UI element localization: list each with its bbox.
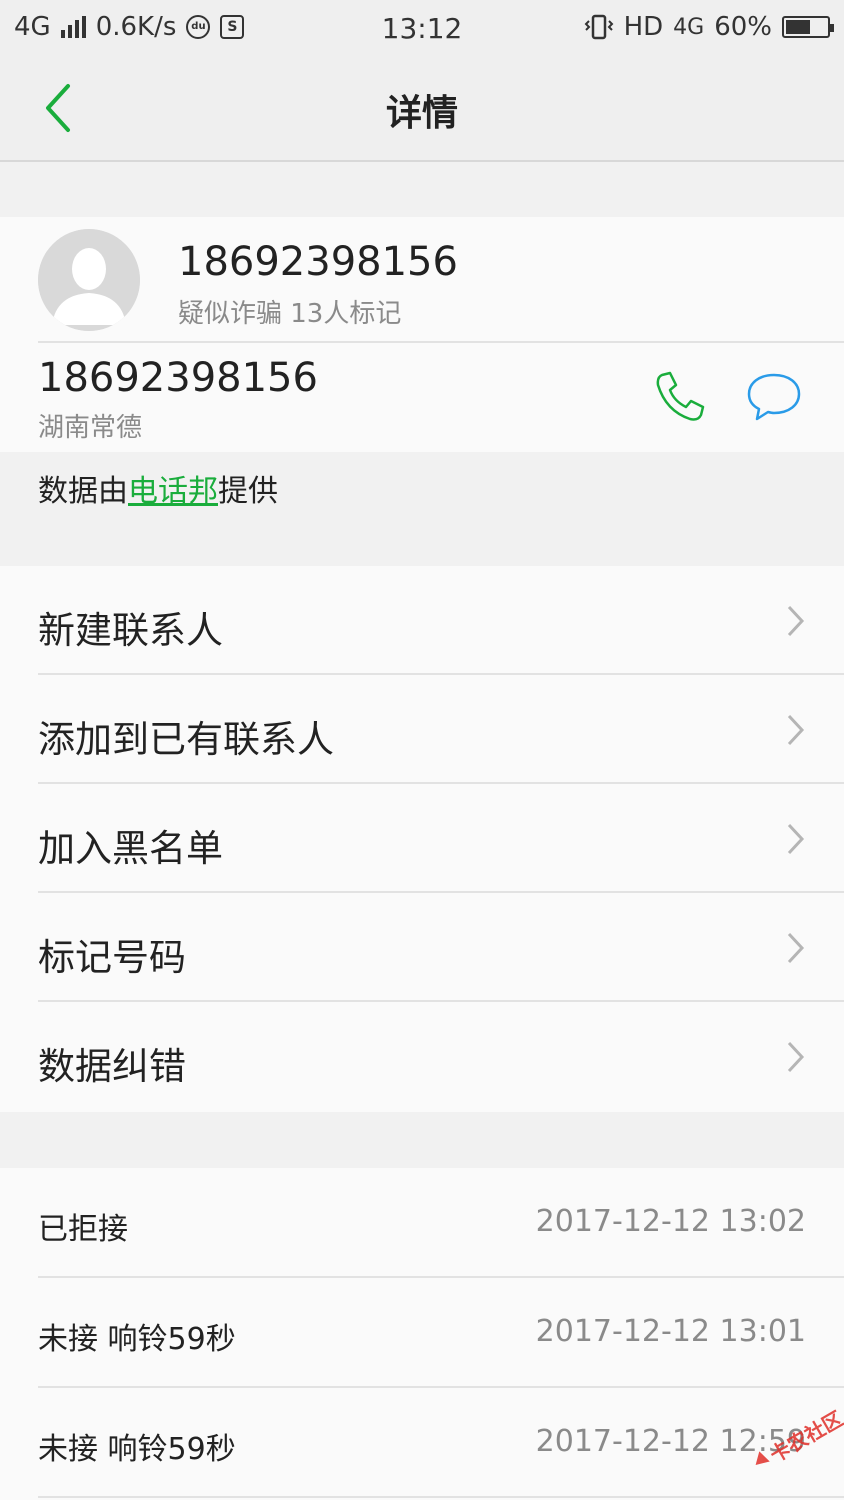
chevron-right-icon — [787, 932, 805, 964]
phone-number[interactable]: 18692398156 — [38, 355, 318, 401]
phone-region: 湖南常德 — [38, 413, 143, 443]
menu-item-label: 数据纠错 — [38, 1045, 186, 1088]
chevron-right-icon — [787, 823, 805, 855]
menu-item-label: 标记号码 — [38, 936, 186, 979]
page-title: 详情 — [385, 93, 458, 134]
menu-item-add-to-existing[interactable]: 添加到已有联系人 — [0, 675, 844, 784]
list-item: 未接 响铃59秒 2017-12-12 13:01 — [0, 1278, 844, 1388]
divider — [38, 1496, 844, 1498]
network-type-right: 4G — [673, 14, 705, 40]
chevron-right-icon — [787, 605, 805, 637]
menu-item-new-contact[interactable]: 新建联系人 — [0, 566, 844, 675]
svg-text:卡农社区: 卡农社区 — [766, 1406, 844, 1467]
call-time: 2017-12-12 13:02 — [535, 1204, 806, 1239]
contact-name: 18692398156 — [178, 239, 458, 285]
call-button[interactable] — [652, 369, 708, 425]
nav-bar: 详情 — [0, 56, 844, 162]
divider — [38, 341, 844, 343]
menu-item-label: 新建联系人 — [38, 609, 223, 652]
message-button[interactable] — [744, 369, 804, 425]
vibrate-icon — [584, 14, 613, 40]
call-log: 已拒接 2017-12-12 13:02 未接 响铃59秒 2017-12-12… — [0, 1168, 844, 1500]
status-bar: 4G 0.6K/s du S 13:12 HD 4G 60% — [0, 0, 844, 56]
list-item: 已拒接 2017-12-12 13:02 — [0, 1168, 844, 1278]
fraud-tag: 疑似诈骗 13人标记 — [178, 299, 402, 329]
menu-item-blacklist[interactable]: 加入黑名单 — [0, 784, 844, 893]
battery-icon — [782, 16, 834, 38]
call-status: 未接 响铃59秒 — [38, 1322, 236, 1357]
menu-item-label: 加入黑名单 — [38, 827, 223, 870]
data-provider: 数据由电话邦提供 — [38, 466, 278, 510]
call-status: 未接 响铃59秒 — [38, 1432, 236, 1467]
list-item: 未接 响铃59秒 2017-12-12 12:59 — [0, 1388, 844, 1498]
battery-percent: 60% — [714, 12, 772, 42]
chat-bubble-icon — [747, 373, 801, 421]
call-status: 已拒接 — [38, 1212, 128, 1247]
provider-prefix: 数据由 — [38, 474, 128, 509]
chevron-right-icon — [787, 714, 805, 746]
contact-card: 18692398156 疑似诈骗 13人标记 18692398156 湖南常德 — [0, 217, 844, 452]
chevron-right-icon — [787, 1041, 805, 1073]
avatar — [38, 229, 140, 331]
status-right: HD 4G 60% — [584, 12, 834, 42]
menu-item-label: 添加到已有联系人 — [38, 718, 334, 761]
provider-link[interactable]: 电话邦 — [128, 474, 218, 509]
call-time: 2017-12-12 13:01 — [535, 1314, 806, 1349]
action-menu: 新建联系人 添加到已有联系人 加入黑名单 标记号码 数据纠错 — [0, 566, 844, 1112]
hd-indicator: HD — [623, 12, 664, 42]
menu-item-mark-number[interactable]: 标记号码 — [0, 893, 844, 1002]
menu-item-data-correction[interactable]: 数据纠错 — [0, 1002, 844, 1111]
person-icon — [38, 229, 140, 331]
provider-suffix: 提供 — [218, 474, 278, 509]
phone-icon — [656, 371, 705, 421]
watermark-logo: 卡农社区 — [755, 1406, 844, 1467]
